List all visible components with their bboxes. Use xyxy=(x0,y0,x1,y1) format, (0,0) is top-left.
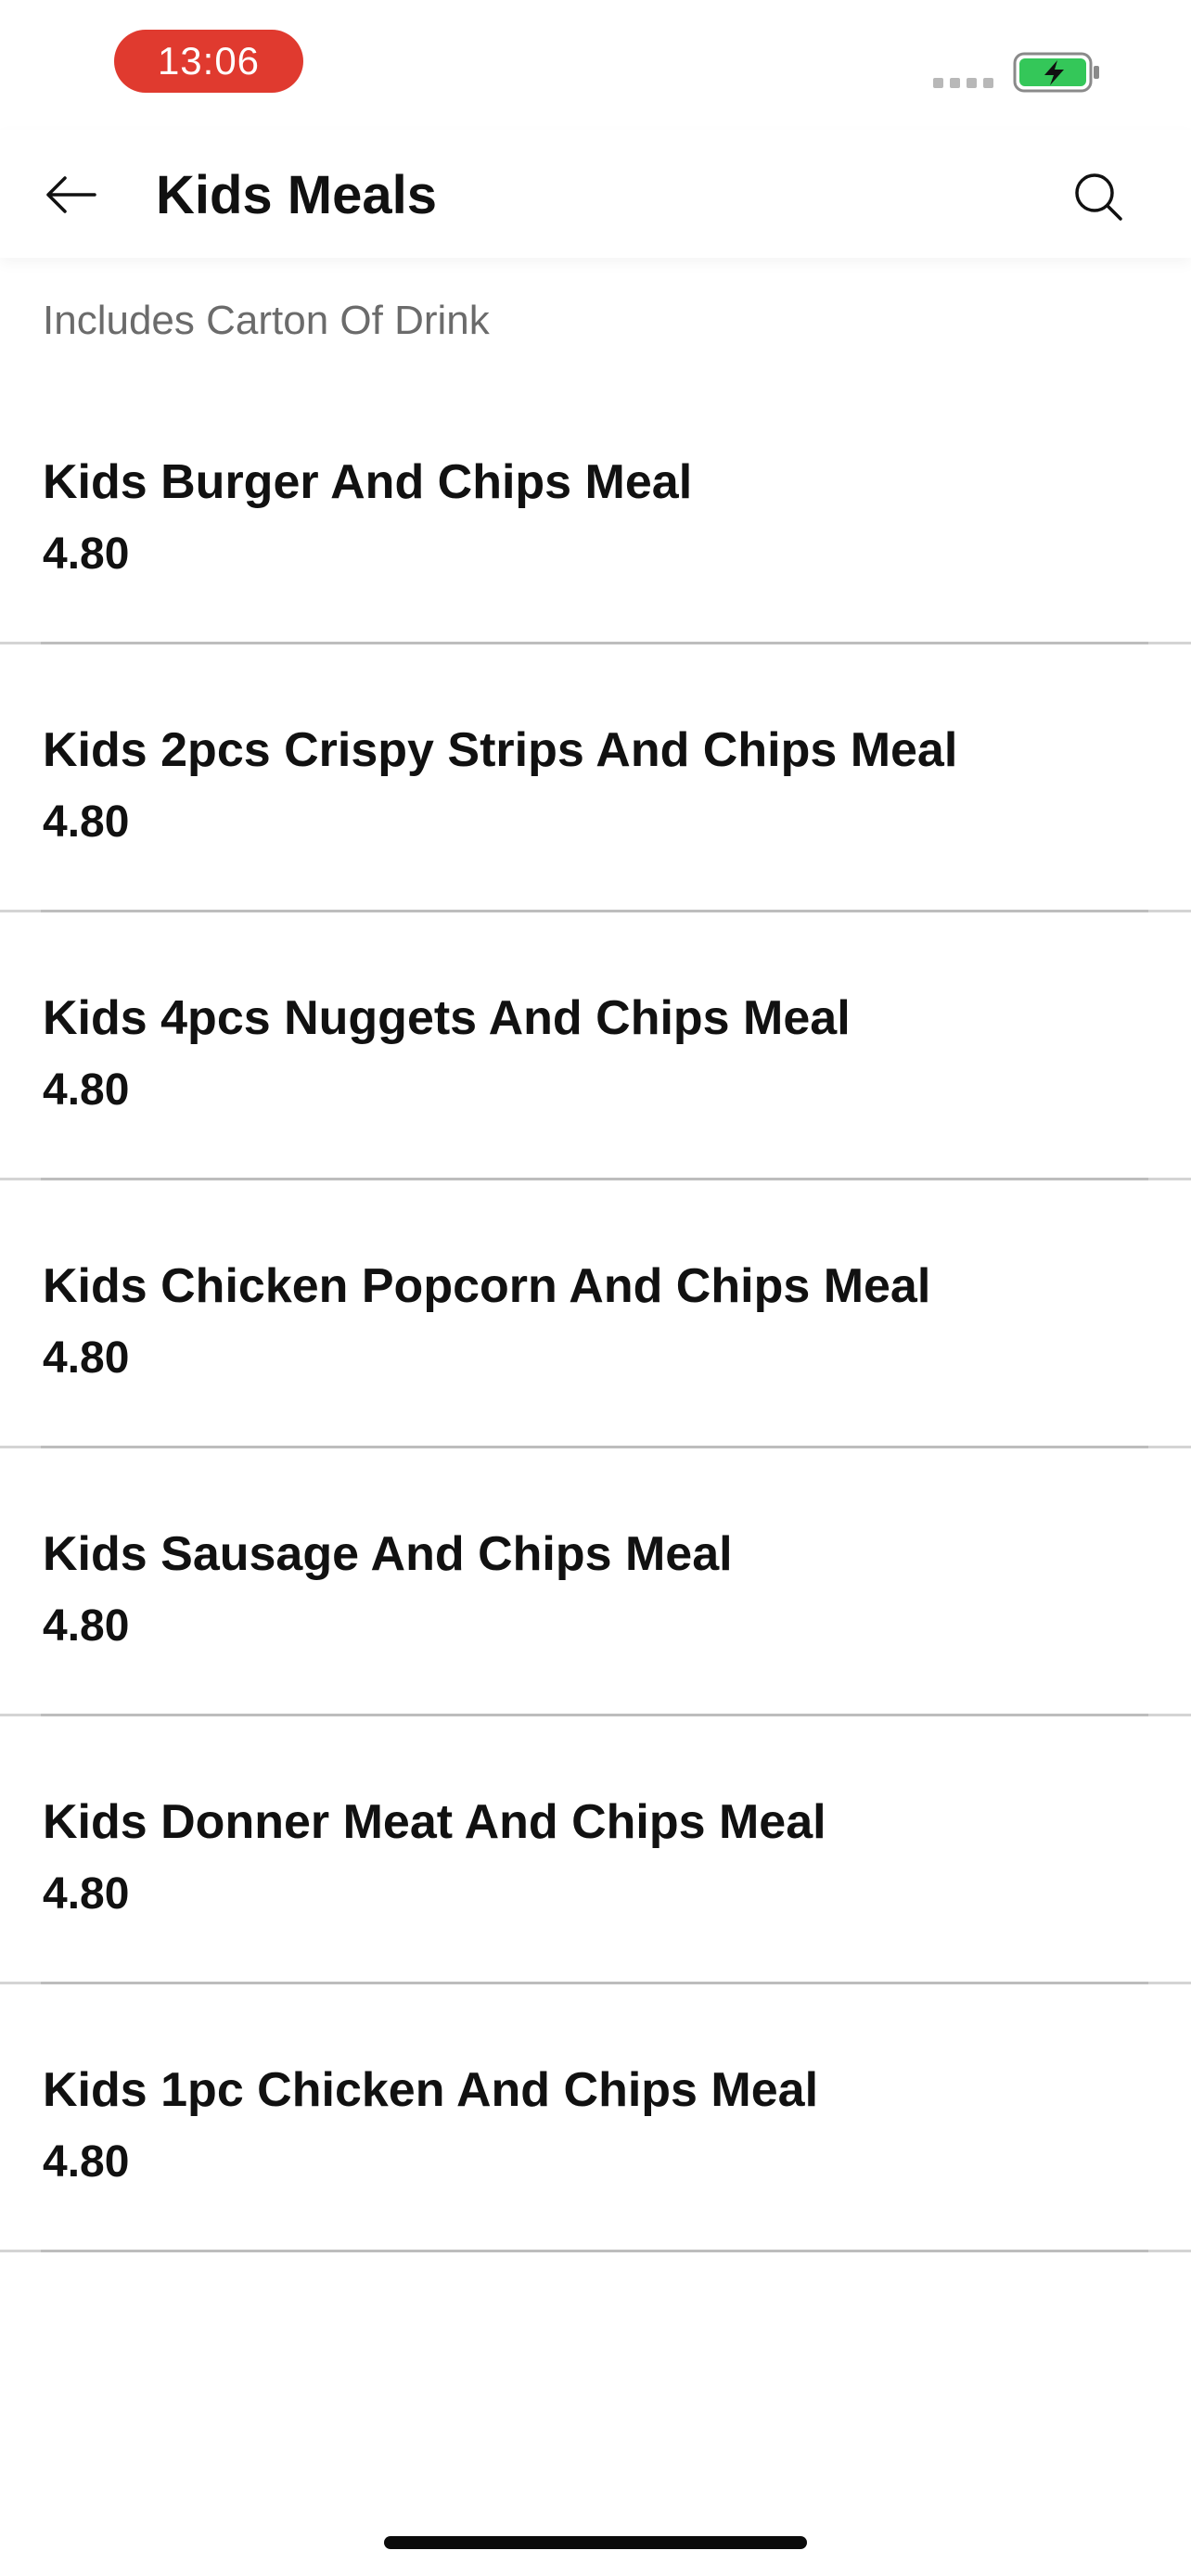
menu-item-price: 4.80 xyxy=(43,529,130,579)
menu-item-name: Kids 1pc Chicken And Chips Meal xyxy=(43,2063,819,2117)
status-time: 13:06 xyxy=(114,30,303,93)
navigation-bar: Kids Meals xyxy=(0,130,1191,258)
menu-item-list: Kids Burger And Chips Meal 4.80 Kids 2pc… xyxy=(0,376,1191,2252)
menu-item-price: 4.80 xyxy=(43,797,130,847)
category-description: Includes Carton Of Drink xyxy=(43,298,490,343)
home-indicator xyxy=(384,2536,807,2549)
menu-item[interactable]: Kids 4pcs Nuggets And Chips Meal 4.80 xyxy=(0,912,1191,1180)
menu-item-name: Kids 2pcs Crispy Strips And Chips Meal xyxy=(43,723,958,777)
menu-item-price: 4.80 xyxy=(43,2137,130,2187)
page-title: Kids Meals xyxy=(156,165,437,225)
menu-item-price: 4.80 xyxy=(43,1065,130,1115)
menu-item[interactable]: Kids Donner Meat And Chips Meal 4.80 xyxy=(0,1716,1191,1984)
search-icon xyxy=(1075,173,1122,221)
signal-icon xyxy=(933,78,993,88)
menu-item-name: Kids Sausage And Chips Meal xyxy=(43,1527,733,1581)
menu-item-price: 4.80 xyxy=(43,1869,130,1919)
menu-item[interactable]: Kids Chicken Popcorn And Chips Meal 4.80 xyxy=(0,1180,1191,1448)
menu-item-price: 4.80 xyxy=(43,1601,130,1651)
menu-item[interactable]: Kids 2pcs Crispy Strips And Chips Meal 4… xyxy=(0,644,1191,912)
menu-item-name: Kids 4pcs Nuggets And Chips Meal xyxy=(43,991,851,1045)
menu-item-price: 4.80 xyxy=(43,1333,130,1383)
battery-charging-icon xyxy=(1013,52,1102,97)
status-bar: 13:06 xyxy=(0,0,1191,130)
menu-item[interactable]: Kids Sausage And Chips Meal 4.80 xyxy=(0,1448,1191,1716)
menu-item-name: Kids Donner Meat And Chips Meal xyxy=(43,1795,826,1849)
divider xyxy=(0,2250,1191,2252)
back-button[interactable] xyxy=(33,158,108,232)
arrow-left-icon xyxy=(46,176,96,213)
menu-item[interactable]: Kids Burger And Chips Meal 4.80 xyxy=(0,376,1191,644)
menu-item[interactable]: Kids 1pc Chicken And Chips Meal 4.80 xyxy=(0,1984,1191,2252)
menu-item-name: Kids Burger And Chips Meal xyxy=(43,455,693,509)
menu-item-name: Kids Chicken Popcorn And Chips Meal xyxy=(43,1259,931,1313)
search-button[interactable] xyxy=(1063,161,1133,232)
